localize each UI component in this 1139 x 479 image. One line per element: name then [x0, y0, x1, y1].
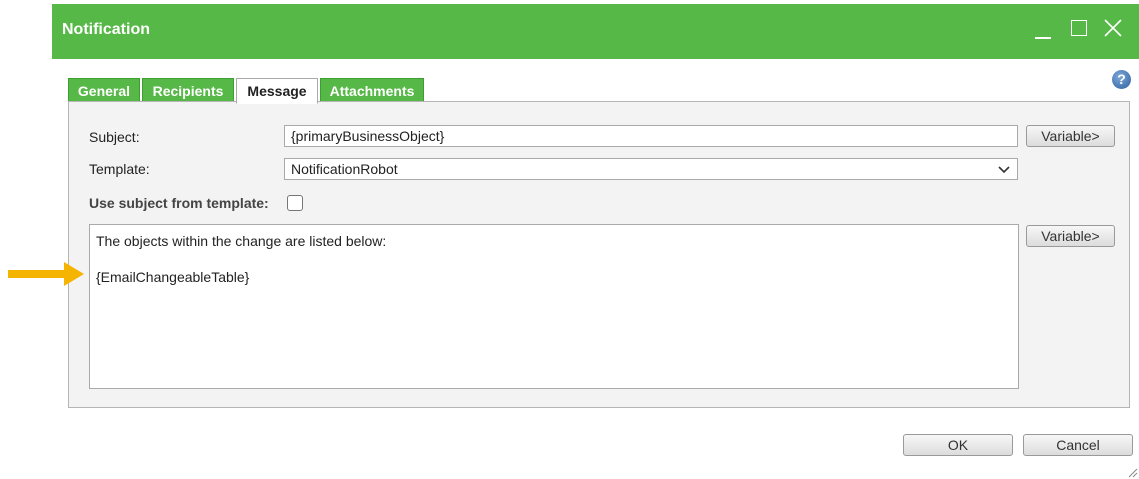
use-subject-label: Use subject from template:: [89, 195, 269, 211]
title-bar: Notification: [52, 4, 1139, 59]
cancel-button[interactable]: Cancel: [1023, 434, 1133, 456]
tab-attachments[interactable]: Attachments: [320, 78, 424, 102]
ok-button[interactable]: OK: [903, 434, 1013, 456]
template-label: Template:: [89, 161, 150, 177]
tab-general[interactable]: General: [68, 78, 140, 102]
pointer-arrow-icon: [8, 262, 84, 286]
use-subject-checkbox[interactable]: [287, 195, 303, 211]
close-icon[interactable]: [1102, 17, 1124, 41]
resize-grip-icon[interactable]: [1128, 468, 1138, 478]
subject-variable-button[interactable]: Variable>: [1026, 125, 1115, 147]
message-body-textarea[interactable]: The objects within the change are listed…: [89, 224, 1019, 389]
minimize-icon[interactable]: [1032, 17, 1054, 41]
subject-label: Subject:: [89, 129, 140, 145]
maximize-icon[interactable]: [1068, 17, 1090, 41]
tab-message[interactable]: Message: [236, 78, 318, 104]
body-line: {EmailChangeableTable}: [96, 269, 250, 285]
window-title: Notification: [62, 21, 150, 38]
body-variable-button[interactable]: Variable>: [1026, 225, 1115, 247]
template-selected-value: NotificationRobot: [291, 161, 398, 177]
template-select[interactable]: NotificationRobot: [284, 158, 1018, 180]
help-icon[interactable]: ?: [1112, 70, 1131, 89]
tab-recipients[interactable]: Recipients: [142, 78, 234, 102]
subject-input[interactable]: {primaryBusinessObject}: [284, 125, 1018, 147]
chevron-down-icon: [998, 166, 1010, 174]
body-line: The objects within the change are listed…: [96, 233, 387, 249]
